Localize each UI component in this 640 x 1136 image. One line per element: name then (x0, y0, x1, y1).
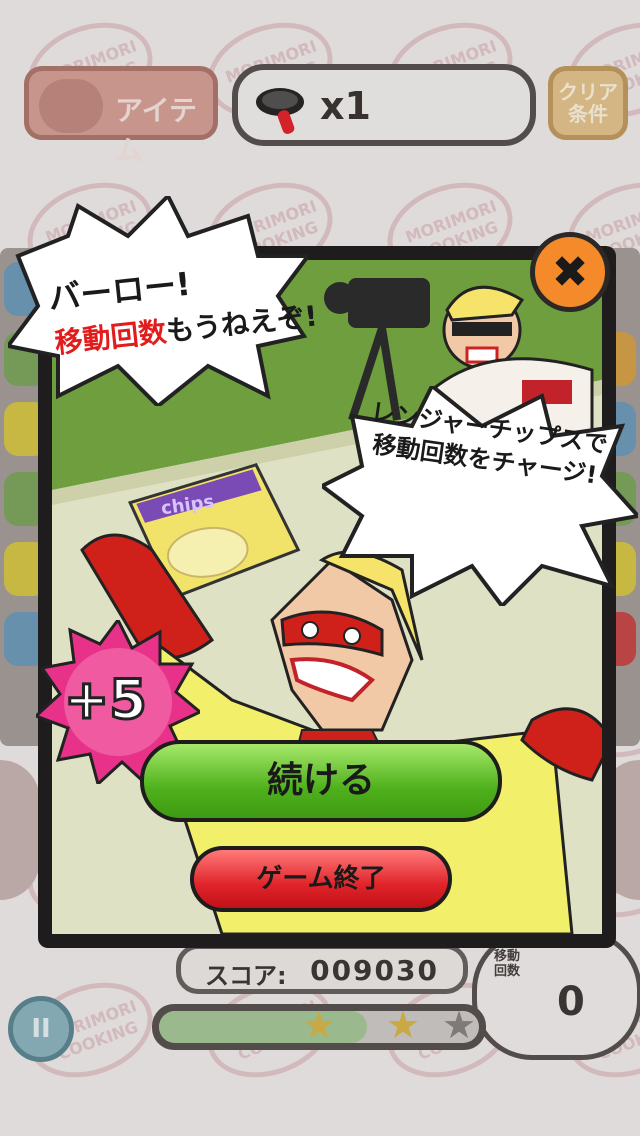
speech-bubble-right: レンジャーチップスで移動回数をチャージ! (322, 386, 638, 606)
close-button[interactable]: ✖ (530, 232, 610, 312)
end-game-button[interactable]: ゲーム終了 (190, 846, 452, 912)
bonus-moves-value: +5 (63, 667, 149, 733)
close-icon: ✖ (551, 246, 589, 298)
continue-button[interactable]: 続ける (140, 740, 502, 822)
speech-bubble-left: バーロー! 移動回数もうねえぞ! (8, 196, 319, 406)
